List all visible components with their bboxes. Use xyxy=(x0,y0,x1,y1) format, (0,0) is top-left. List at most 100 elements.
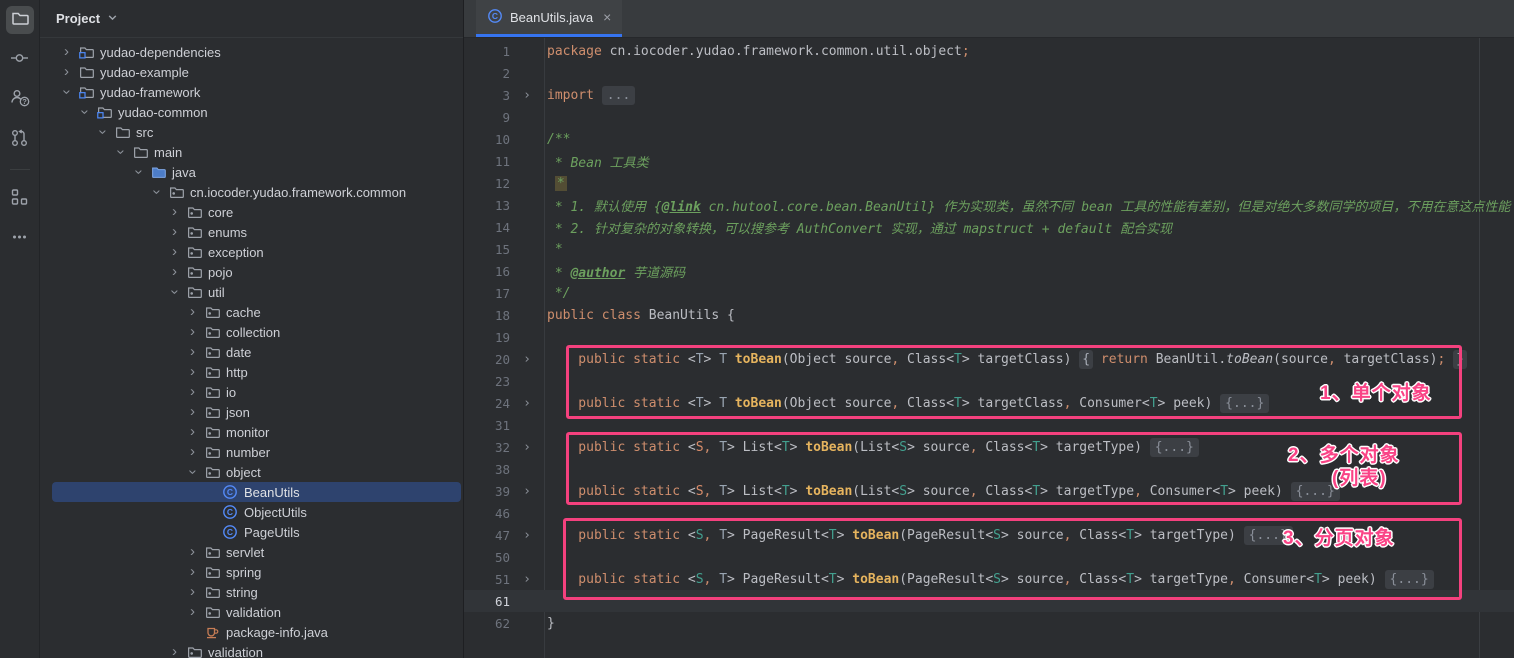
tree-row-yudao-common[interactable]: ›yudao-common xyxy=(40,102,463,122)
chevron-expanded-icon[interactable]: › xyxy=(75,102,95,123)
tree-row-spring[interactable]: ›spring xyxy=(40,562,463,582)
tree-row-exception[interactable]: ›exception xyxy=(40,242,463,262)
chevron-expanded-icon[interactable]: › xyxy=(165,282,185,303)
tree-row-yudao-framework[interactable]: ›yudao-framework xyxy=(40,82,463,102)
ide-window: ? Project ›yudao-dependencies›yudao-exam… xyxy=(0,0,1514,658)
tree-row-number[interactable]: ›number xyxy=(40,442,463,462)
tree-row-util[interactable]: ›util xyxy=(40,282,463,302)
tree-row-src[interactable]: ›src xyxy=(40,122,463,142)
chevron-expanded-icon[interactable]: › xyxy=(111,142,131,163)
tree-row-io[interactable]: ›io xyxy=(40,382,463,402)
chevron-collapsed-icon[interactable]: › xyxy=(182,442,203,462)
chevron-collapsed-icon[interactable]: › xyxy=(182,382,203,402)
chevron-expanded-icon[interactable]: › xyxy=(183,462,203,483)
chevron-down-icon[interactable] xyxy=(107,11,118,26)
chevron-collapsed-icon[interactable]: › xyxy=(182,402,203,422)
chevron-collapsed-icon[interactable]: › xyxy=(164,262,185,282)
chevron-collapsed-icon[interactable]: › xyxy=(164,202,185,222)
tree-row-beanutils[interactable]: CBeanUtils xyxy=(40,482,463,502)
code-line-61[interactable]: 61 xyxy=(464,590,1514,612)
chevron-expanded-icon[interactable]: › xyxy=(93,122,113,143)
chevron-expanded-icon[interactable]: › xyxy=(129,162,149,183)
code-line-1[interactable]: 1package cn.iocoder.yudao.framework.comm… xyxy=(464,40,1514,62)
fold-arrow-icon[interactable]: › xyxy=(510,352,544,367)
structure-tool-button[interactable] xyxy=(6,185,34,213)
chevron-expanded-icon[interactable]: › xyxy=(147,182,167,203)
chevron-collapsed-icon[interactable]: › xyxy=(182,322,203,342)
collaboration-tool-button[interactable]: ? xyxy=(6,86,34,114)
tree-row-validation[interactable]: ›validation xyxy=(40,642,463,658)
code-line-9[interactable]: 9 xyxy=(464,106,1514,128)
tree-row-cn-iocoder-yudao-framework-common[interactable]: › cn.iocoder.yudao.framework.common xyxy=(40,182,463,202)
code-text: * xyxy=(544,242,563,257)
more-tool-windows-tool-button[interactable] xyxy=(6,225,34,253)
chevron-collapsed-icon[interactable]: › xyxy=(182,302,203,322)
tree-row-yudao-dependencies[interactable]: ›yudao-dependencies xyxy=(40,42,463,62)
tree-row-cache[interactable]: › cache xyxy=(40,302,463,322)
chevron-collapsed-icon[interactable]: › xyxy=(182,542,203,562)
tree-row-monitor[interactable]: ›monitor xyxy=(40,422,463,442)
chevron-collapsed-icon[interactable]: › xyxy=(164,242,185,262)
chevron-collapsed-icon[interactable]: › xyxy=(164,642,185,658)
code-line-18[interactable]: 18public class BeanUtils { xyxy=(464,304,1514,326)
tree-item-label: cn.iocoder.yudao.framework.common xyxy=(190,185,406,200)
fold-arrow-icon[interactable]: › xyxy=(510,528,544,543)
module-icon xyxy=(95,105,113,119)
chevron-expanded-icon[interactable]: › xyxy=(57,82,77,103)
code-line-12[interactable]: 12 * xyxy=(464,172,1514,194)
chevron-collapsed-icon[interactable]: › xyxy=(56,62,77,82)
tree-row-main[interactable]: ›main xyxy=(40,142,463,162)
fold-arrow-icon[interactable]: › xyxy=(510,572,544,587)
tree-row-yudao-example[interactable]: ›yudao-example xyxy=(40,62,463,82)
tree-row-json[interactable]: ›json xyxy=(40,402,463,422)
close-icon[interactable]: × xyxy=(603,10,611,24)
chevron-collapsed-icon[interactable]: › xyxy=(182,602,203,622)
fold-arrow-icon[interactable]: › xyxy=(510,88,544,103)
chevron-collapsed-icon[interactable]: › xyxy=(182,342,203,362)
commit-tool-button[interactable] xyxy=(6,46,34,74)
code-line-3[interactable]: 3›import ... xyxy=(464,84,1514,106)
chevron-collapsed-icon[interactable]: › xyxy=(182,422,203,442)
tree-row-objectutils[interactable]: CObjectUtils xyxy=(40,502,463,522)
tree-row-validation[interactable]: ›validation xyxy=(40,602,463,622)
fold-arrow-icon[interactable]: › xyxy=(510,440,544,455)
code-line-14[interactable]: 14 * 2. 针对复杂的对象转换，可以搜参考 AuthConvert 实现，通… xyxy=(464,216,1514,238)
chevron-collapsed-icon[interactable]: › xyxy=(56,42,77,62)
code-line-16[interactable]: 16 * @author 芋道源码 xyxy=(464,260,1514,282)
code-line-31[interactable]: 31 xyxy=(464,414,1514,436)
tree-row-date[interactable]: ›date xyxy=(40,342,463,362)
tree-row-pageutils[interactable]: CPageUtils xyxy=(40,522,463,542)
tree-row-http[interactable]: ›http xyxy=(40,362,463,382)
code-line-10[interactable]: 10/** xyxy=(464,128,1514,150)
tree-row-package-info-java[interactable]: package-info.java xyxy=(40,622,463,642)
code-line-11[interactable]: 11 * Bean 工具类 xyxy=(464,150,1514,172)
chevron-collapsed-icon[interactable]: › xyxy=(182,362,203,382)
tree-row-java[interactable]: ›java xyxy=(40,162,463,182)
code-line-17[interactable]: 17 */ xyxy=(464,282,1514,304)
tab-beanutils-java[interactable]: C BeanUtils.java × xyxy=(476,0,622,37)
code-line-13[interactable]: 13 * 1. 默认使用 {@link cn.hutool.core.bean.… xyxy=(464,194,1514,216)
tree-item-label: cache xyxy=(226,305,261,320)
project-tool-button[interactable] xyxy=(6,6,34,34)
srcroot-icon xyxy=(149,165,167,179)
tree-row-object[interactable]: ›object xyxy=(40,462,463,482)
pull-requests-tool-button[interactable] xyxy=(6,126,34,154)
code-line-15[interactable]: 15 * xyxy=(464,238,1514,260)
code-line-46[interactable]: 46 xyxy=(464,502,1514,524)
fold-arrow-icon[interactable]: › xyxy=(510,484,544,499)
chevron-collapsed-icon[interactable]: › xyxy=(182,582,203,602)
tree-row-servlet[interactable]: ›servlet xyxy=(40,542,463,562)
code-line-51[interactable]: 51› public static <S, T> PageResult<T> t… xyxy=(464,568,1514,590)
code-line-62[interactable]: 62} xyxy=(464,612,1514,634)
chevron-collapsed-icon[interactable]: › xyxy=(164,222,185,242)
code-line-19[interactable]: 19 xyxy=(464,326,1514,348)
chevron-collapsed-icon[interactable]: › xyxy=(182,562,203,582)
tree-row-string[interactable]: ›string xyxy=(40,582,463,602)
tree-row-enums[interactable]: ›enums xyxy=(40,222,463,242)
tree-row-core[interactable]: ›core xyxy=(40,202,463,222)
tree-row-pojo[interactable]: ›pojo xyxy=(40,262,463,282)
fold-arrow-icon[interactable]: › xyxy=(510,396,544,411)
tree-row-collection[interactable]: ›collection xyxy=(40,322,463,342)
code-line-2[interactable]: 2 xyxy=(464,62,1514,84)
code-line-20[interactable]: 20› public static <T> T toBean(Object so… xyxy=(464,348,1514,370)
